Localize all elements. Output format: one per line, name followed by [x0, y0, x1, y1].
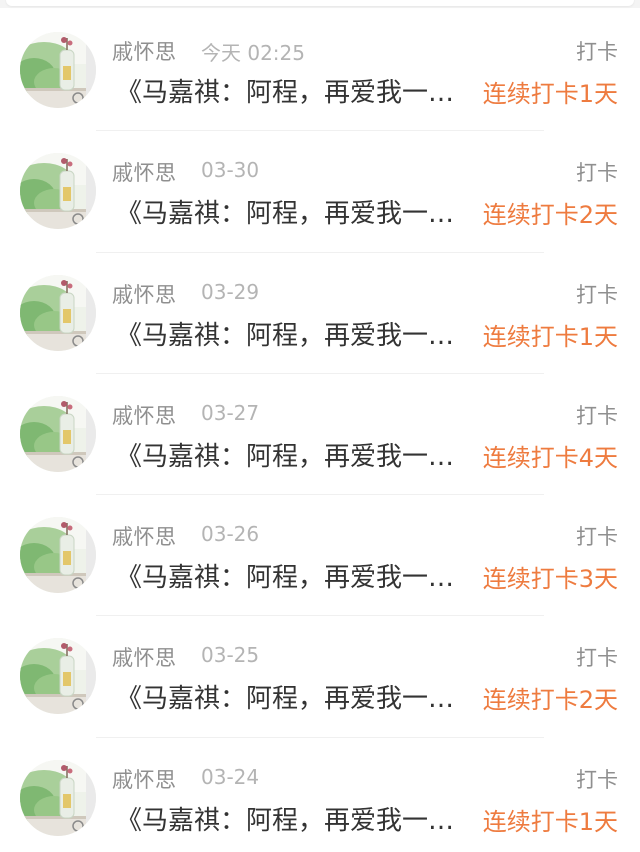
checkin-tag: 打卡: [576, 161, 618, 186]
checkin-list-item[interactable]: 戚怀思 03-25 打卡 《马嘉祺：阿程，再爱我一… 连续打卡2天: [0, 616, 640, 738]
avatar[interactable]: [20, 638, 96, 715]
avatar[interactable]: [20, 32, 96, 108]
avatar[interactable]: [20, 517, 96, 594]
avatar-image: [20, 759, 96, 836]
post-title[interactable]: 《马嘉祺：阿程，再爱我一…: [116, 436, 466, 473]
post-time: 03-24: [201, 764, 260, 789]
post-title[interactable]: 《马嘉祺：阿程，再爱我一…: [116, 557, 466, 594]
streak-badge: 连续打卡2天: [482, 686, 618, 715]
checkin-tag: 打卡: [576, 767, 618, 792]
checkin-list-item[interactable]: 戚怀思 03-30 打卡 《马嘉祺：阿程，再爱我一… 连续打卡2天: [0, 131, 640, 253]
checkin-tag: 打卡: [576, 646, 618, 671]
avatar[interactable]: [20, 395, 96, 472]
checkin-list-item[interactable]: 戚怀思 03-26 打卡 《马嘉祺：阿程，再爱我一… 连续打卡3天: [0, 495, 640, 617]
streak-badge: 连续打卡3天: [482, 565, 618, 594]
checkin-list-item[interactable]: 戚怀思 今天 02:25 打卡 《马嘉祺：阿程，再爱我一… 连续打卡1天: [0, 10, 640, 132]
avatar-image: [20, 517, 96, 594]
user-name[interactable]: 戚怀思: [112, 764, 177, 794]
avatar-image: [20, 274, 96, 351]
checkin-tag: 打卡: [576, 40, 618, 64]
post-title[interactable]: 《马嘉祺：阿程，再爱我一…: [116, 193, 466, 230]
checkin-list-item[interactable]: 戚怀思 03-29 打卡 《马嘉祺：阿程，再爱我一… 连续打卡1天: [0, 253, 640, 374]
checkin-list-item[interactable]: 戚怀思 03-27 打卡 《马嘉祺：阿程，再爱我一… 连续打卡4天: [0, 374, 640, 496]
post-time: 03-27: [201, 400, 260, 425]
checkin-tag: 打卡: [576, 282, 618, 307]
avatar[interactable]: [20, 759, 96, 836]
avatar-image: [20, 32, 96, 108]
streak-badge: 连续打卡1天: [482, 322, 618, 351]
avatar-image: [20, 395, 96, 472]
post-time: 03-29: [201, 279, 260, 304]
streak-badge: 连续打卡2天: [482, 201, 618, 230]
post-time: 今天 02:25: [201, 41, 305, 65]
avatar[interactable]: [20, 274, 96, 351]
post-title[interactable]: 《马嘉祺：阿程，再爱我一…: [116, 72, 466, 109]
user-name[interactable]: 戚怀思: [112, 642, 177, 672]
user-name[interactable]: 戚怀思: [112, 521, 177, 551]
avatar-image: [20, 638, 96, 715]
post-title[interactable]: 《马嘉祺：阿程，再爱我一…: [116, 315, 466, 352]
post-title[interactable]: 《马嘉祺：阿程，再爱我一…: [116, 800, 466, 837]
user-name[interactable]: 戚怀思: [112, 279, 177, 309]
checkin-tag: 打卡: [576, 525, 618, 550]
previous-card-edge: [0, 0, 640, 8]
user-name[interactable]: 戚怀思: [112, 400, 177, 430]
user-name[interactable]: 戚怀思: [112, 36, 177, 66]
streak-badge: 连续打卡4天: [482, 443, 618, 472]
previous-card: [6, 0, 634, 6]
streak-badge: 连续打卡1天: [482, 80, 618, 108]
avatar[interactable]: [20, 153, 96, 230]
checkin-list-item[interactable]: 戚怀思 03-24 打卡 《马嘉祺：阿程，再爱我一… 连续打卡1天: [0, 738, 640, 852]
checkin-tag: 打卡: [576, 403, 618, 428]
post-time: 03-26: [201, 522, 260, 547]
checkin-feed-page: 戚怀思 今天 02:25 打卡 《马嘉祺：阿程，再爱我一… 连续打卡1天 戚怀思…: [0, 0, 640, 852]
post-time: 03-25: [201, 643, 260, 668]
avatar-image: [20, 153, 96, 230]
post-title[interactable]: 《马嘉祺：阿程，再爱我一…: [116, 678, 466, 715]
streak-badge: 连续打卡1天: [482, 807, 618, 836]
post-time: 03-30: [201, 158, 260, 183]
user-name[interactable]: 戚怀思: [112, 157, 177, 187]
checkin-list: 戚怀思 今天 02:25 打卡 《马嘉祺：阿程，再爱我一… 连续打卡1天 戚怀思…: [0, 10, 640, 852]
